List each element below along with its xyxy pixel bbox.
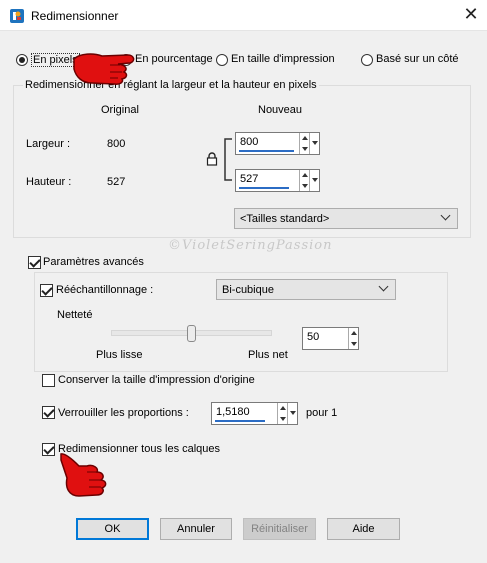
advanced-checkbox[interactable] [28,256,41,269]
resample-select[interactable]: Bi-cubique [216,279,396,300]
advanced-label[interactable]: Paramètres avancés [43,256,144,268]
ratio-value: 1,5180 [216,406,250,418]
sharpness-input[interactable]: 50 [302,327,359,350]
hauteur-label: Hauteur : [26,176,72,188]
hauteur-dropdown-button[interactable] [309,170,319,191]
largeur-nouveau-value: 800 [240,136,259,148]
hauteur-spinner[interactable] [299,170,309,191]
radio-taille-impression[interactable] [216,54,228,66]
help-button[interactable]: Aide [327,518,400,540]
largeur-spinner[interactable] [299,133,309,154]
pointing-hand-icon [60,453,107,497]
title-bar: Redimensionner ✕ [0,0,487,30]
radio-taille-impression-label[interactable]: En taille d'impression [231,53,335,65]
radio-indicator[interactable] [216,54,228,66]
chevron-down-icon [440,210,451,221]
ratio-spinner[interactable] [277,403,287,424]
slider-max-label: Plus net [248,349,288,361]
ratio-suffix: pour 1 [306,407,338,419]
standard-sizes-value: <Tailles standard> [240,213,330,225]
all-layers-checkbox[interactable] [42,443,55,456]
reset-button[interactable]: Réinitialiser [243,518,316,540]
lock-ratio-label[interactable]: Verrouiller les proportions : [58,407,189,419]
radio-indicator[interactable] [361,54,373,66]
watermark: ©VioletSeringPassion [168,238,333,253]
lock-ratio-checkbox[interactable] [42,406,55,419]
column-original: Original [101,104,139,116]
app-icon [10,9,24,23]
sharpness-spinner[interactable] [348,328,358,349]
radio-base-cote-label[interactable]: Basé sur un côté [376,53,459,65]
pixel-group-legend: Redimensionner en réglant la largeur et … [23,79,319,91]
cancel-button[interactable]: Annuler [160,518,232,540]
chevron-down-icon [378,281,389,292]
pointing-hand-icon [73,53,135,85]
sharpness-slider-thumb[interactable] [187,325,196,342]
largeur-original-value: 800 [107,138,126,150]
keep-print-size-checkbox[interactable] [42,374,55,387]
radio-indicator[interactable] [16,54,28,66]
keep-print-size-label[interactable]: Conserver la taille d'impression d'origi… [58,374,255,386]
resample-checkbox[interactable] [40,284,53,297]
radio-en-pixels[interactable] [16,54,28,66]
input-underline [239,187,289,189]
close-icon[interactable]: ✕ [460,3,482,25]
slider-min-label: Plus lisse [96,349,143,361]
sharpness-label: Netteté [57,309,93,321]
input-underline [239,150,294,152]
column-nouveau: Nouveau [258,104,303,116]
ok-button[interactable]: OK [76,518,149,540]
resample-value: Bi-cubique [222,284,274,296]
standard-sizes-select[interactable]: <Tailles standard> [234,208,458,229]
hauteur-nouveau-input[interactable]: 527 [235,169,320,192]
resample-label[interactable]: Rééchantillonnage : [56,284,153,296]
ratio-dropdown-button[interactable] [287,403,297,424]
hauteur-original-value: 527 [107,176,126,188]
radio-base-cote[interactable] [361,54,373,66]
largeur-dropdown-button[interactable] [309,133,319,154]
window-title: Redimensionner [31,9,119,23]
lock-icon[interactable] [206,152,218,166]
largeur-nouveau-input[interactable]: 800 [235,132,320,155]
radio-en-pourcentage-label[interactable]: En pourcentage [135,53,213,65]
largeur-label: Largeur : [26,138,71,150]
hauteur-nouveau-value: 527 [240,173,259,185]
ratio-input[interactable]: 1,5180 [211,402,298,425]
input-underline [215,420,265,422]
sharpness-value: 50 [307,331,320,343]
